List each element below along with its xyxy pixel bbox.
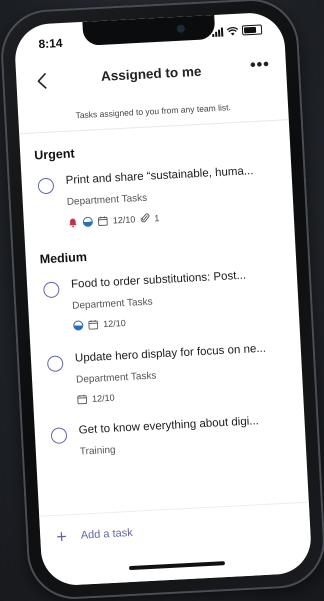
task-due-date: 12/10 — [112, 213, 136, 226]
task-item[interactable]: Get to know everything about digi... Tra… — [35, 413, 307, 471]
task-meta: 12/10 1 — [68, 212, 160, 228]
task-meta: 12/10 — [77, 393, 115, 405]
task-list-name: Department Tasks — [75, 370, 157, 386]
task-item[interactable]: Food to order substitutions: Post... Dep… — [27, 267, 300, 343]
plus-icon: + — [55, 526, 68, 547]
bottom-bar: + Add a task — [39, 501, 313, 587]
calendar-icon — [77, 394, 88, 405]
section-heading-medium: Medium — [39, 249, 88, 267]
task-attachment-count: 1 — [154, 212, 160, 223]
status-time: 8:14 — [38, 35, 63, 52]
add-task-label: Add a task — [80, 526, 134, 542]
task-title: Get to know everything about digi... — [78, 415, 260, 437]
task-list-name: Training — [79, 444, 116, 458]
more-options-button[interactable]: ••• — [250, 56, 271, 75]
task-title: Print and share “sustainable, huma... — [65, 165, 254, 187]
task-list-name: Department Tasks — [71, 296, 153, 312]
page-subtitle: Tasks assigned to you from any team list… — [75, 102, 232, 121]
wifi-icon — [226, 26, 239, 35]
task-meta: 12/10 — [73, 318, 126, 331]
task-due-date: 12/10 — [102, 317, 126, 330]
page-title: Assigned to me — [100, 63, 202, 84]
calendar-icon — [88, 320, 99, 330]
half-circle-progress-icon — [73, 320, 84, 331]
paperclip-icon — [140, 213, 149, 223]
section-heading-urgent: Urgent — [33, 146, 75, 163]
calendar-icon — [97, 215, 108, 226]
status-icons — [212, 24, 263, 37]
task-complete-checkbox[interactable] — [50, 427, 68, 445]
divider — [19, 119, 289, 135]
more-icon: ••• — [249, 56, 271, 75]
task-item[interactable]: Print and share “sustainable, huma... De… — [21, 163, 294, 239]
task-complete-checkbox[interactable] — [37, 177, 55, 195]
task-complete-checkbox[interactable] — [46, 355, 64, 373]
task-due-date: 12/10 — [91, 392, 115, 404]
half-circle-progress-icon — [82, 216, 94, 227]
task-complete-checkbox[interactable] — [42, 281, 60, 299]
task-list-name: Department Tasks — [66, 192, 148, 208]
app-screen: 8:14 Assigned to me ••• Tasks assigned t… — [13, 11, 313, 587]
battery-icon — [241, 24, 263, 36]
task-item[interactable]: Update hero display for focus on ne... D… — [31, 341, 304, 417]
task-title: Update hero display for focus on ne... — [74, 342, 267, 365]
home-indicator[interactable] — [128, 561, 226, 571]
header: Assigned to me ••• — [15, 49, 287, 103]
phone-frame: 8:14 Assigned to me ••• Tasks assigned t… — [0, 0, 324, 601]
bell-icon — [69, 218, 77, 227]
camera — [176, 24, 186, 33]
add-task-button[interactable]: + Add a task — [55, 526, 134, 547]
task-title: Food to order substitutions: Post... — [70, 269, 247, 291]
